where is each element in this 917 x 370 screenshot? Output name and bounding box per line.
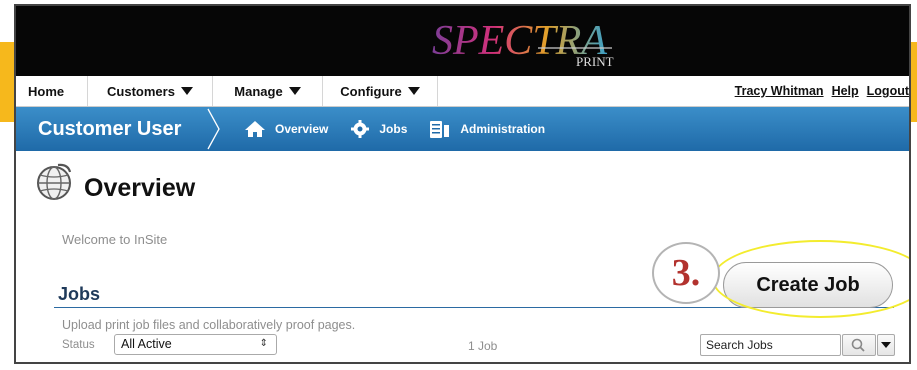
search-button[interactable] (842, 334, 876, 356)
select-arrows-icon: ⇕ (259, 338, 268, 349)
step-number-badge: 3. (652, 242, 720, 304)
menu-configure-label: Configure (340, 83, 402, 99)
section-navbar: Customer User Overview Jobs Administrati… (16, 107, 909, 151)
caret-down-icon (180, 87, 193, 95)
user-name-link[interactable]: Tracy Whitman (735, 84, 824, 98)
clipboard-icon (430, 121, 450, 138)
header-banner: SPECTRA PRINT (16, 6, 909, 76)
menu-customers-label: Customers (107, 83, 175, 99)
nav-administration[interactable]: Administration (429, 119, 545, 139)
nav-jobs[interactable]: Jobs (350, 119, 407, 139)
search-options-button[interactable] (877, 334, 895, 356)
user-links: Tracy Whitman Help Logout (735, 84, 909, 98)
nav-title: Customer User (38, 117, 182, 140)
gear-icon (351, 120, 370, 138)
top-menubar: Home Customers Manage Configure Tracy Wh… (16, 76, 909, 107)
home-icon (245, 121, 265, 137)
caret-down-icon (407, 87, 420, 95)
jobs-description: Upload print job files and collaborative… (62, 318, 356, 332)
menu-manage[interactable]: Manage (213, 76, 323, 106)
nav-administration-label: Administration (460, 122, 546, 136)
step-number: 3. (671, 252, 701, 294)
welcome-text: Welcome to InSite (62, 232, 168, 247)
search-placeholder: Search Jobs (706, 338, 773, 352)
caret-down-icon (881, 342, 891, 348)
screenshot-frame: SPECTRA PRINT Home Customers Manage Conf… (14, 4, 911, 364)
help-link[interactable]: Help (832, 84, 859, 98)
search-jobs-input[interactable]: Search Jobs (700, 334, 841, 356)
spectra-print-logo: SPECTRA PRINT (432, 18, 614, 69)
menu-configure[interactable]: Configure (323, 76, 438, 106)
nav-overview[interactable]: Overview (244, 120, 328, 138)
nav-overview-label: Overview (275, 122, 329, 136)
menu-home[interactable]: Home (16, 76, 88, 106)
status-select[interactable]: All Active ⇕ (114, 334, 277, 355)
menu-manage-label: Manage (234, 83, 283, 99)
caret-down-icon (288, 87, 301, 95)
menu-home-label: Home (28, 83, 65, 99)
page-title: Overview (84, 174, 196, 202)
search-icon (851, 338, 865, 352)
jobs-heading: Jobs (58, 284, 101, 304)
globe-icon (37, 163, 72, 200)
nav-jobs-label: Jobs (379, 122, 408, 136)
status-select-value: All Active (121, 337, 172, 351)
job-count: 1 Job (468, 339, 498, 353)
menu-customers[interactable]: Customers (88, 76, 213, 106)
status-label: Status (62, 339, 95, 351)
breadcrumb-separator-icon (207, 108, 220, 150)
logo-subtext: PRINT (576, 54, 614, 69)
logout-link[interactable]: Logout (867, 84, 909, 98)
